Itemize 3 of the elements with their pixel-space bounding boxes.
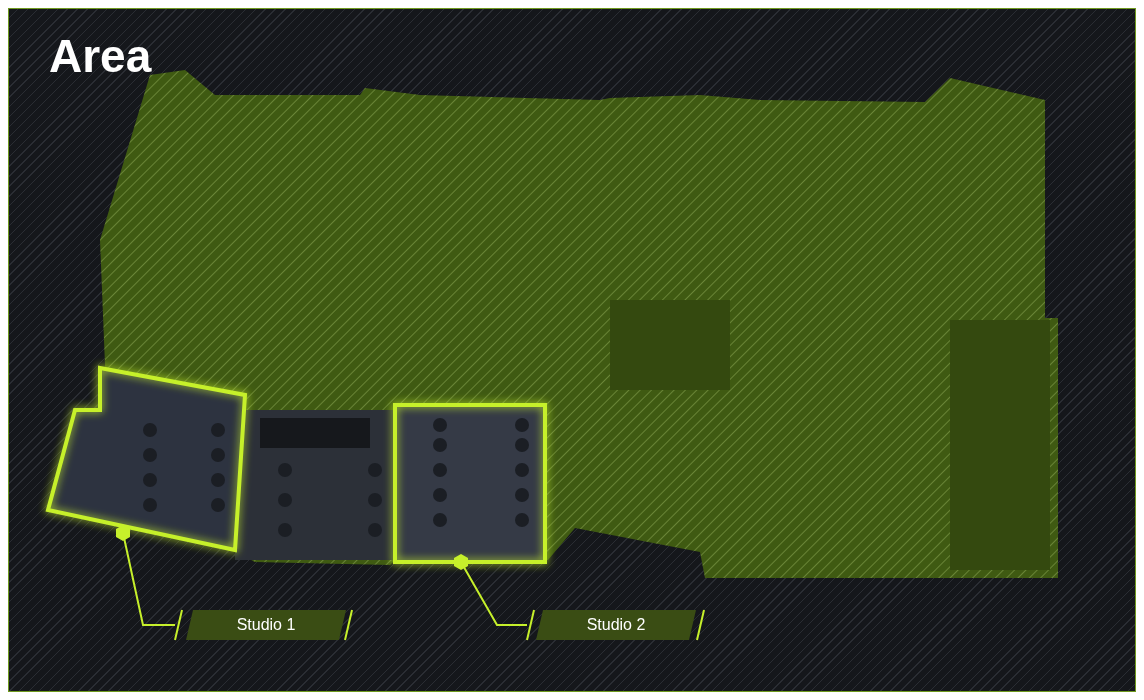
room-label: Studio 2 xyxy=(536,610,696,640)
page-title: Area xyxy=(49,33,152,79)
room-label: Studio 1 xyxy=(186,610,346,640)
